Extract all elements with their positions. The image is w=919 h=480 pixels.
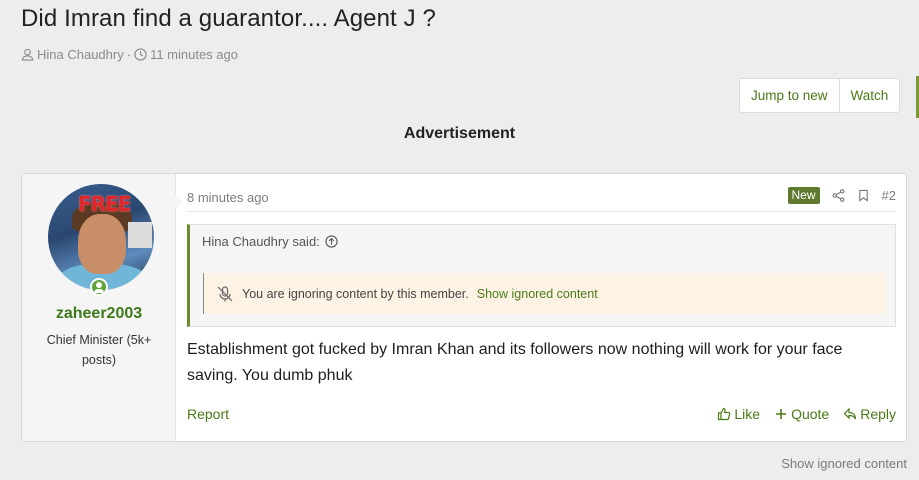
- watch-button[interactable]: Watch: [838, 79, 900, 112]
- reply-label: Reply: [860, 406, 896, 422]
- post-user-cell: FREE zaheer2003 Chief Minister (5k+ post…: [22, 174, 183, 441]
- report-link[interactable]: Report: [187, 406, 229, 422]
- share-icon[interactable]: [832, 189, 845, 202]
- online-status-icon: [90, 278, 108, 296]
- post: FREE zaheer2003 Chief Minister (5k+ post…: [21, 173, 907, 442]
- thread-time[interactable]: 11 minutes ago: [150, 47, 238, 62]
- post-header-actions: New #2: [787, 187, 896, 204]
- user-icon: [21, 48, 34, 61]
- ignored-content-notice: You are ignoring content by this member.…: [203, 273, 886, 314]
- reply-button[interactable]: Reply: [843, 406, 896, 422]
- show-ignored-content-link[interactable]: Show ignored content: [781, 456, 907, 471]
- post-number[interactable]: #2: [882, 188, 896, 203]
- thread-meta: Hina Chaudhry · 11 minutes ago: [21, 47, 238, 62]
- post-body: Establishment got fucked by Imran Khan a…: [187, 341, 843, 384]
- avatar[interactable]: FREE: [48, 184, 154, 290]
- ignored-text: You are ignoring content by this member.: [242, 286, 469, 301]
- thread-actions: Jump to new Watch: [739, 78, 901, 113]
- like-label: Like: [734, 406, 761, 422]
- post-footer-actions: Like Quote Reply: [717, 406, 896, 422]
- jump-to-new-button[interactable]: Jump to new: [740, 79, 839, 112]
- quote-button[interactable]: Quote: [774, 406, 829, 422]
- quote-author: Hina Chaudhry said:: [202, 234, 320, 249]
- thumbs-up-icon: [718, 407, 731, 421]
- bookmark-icon[interactable]: [857, 189, 870, 202]
- arrow-up-circle-icon: [325, 235, 338, 248]
- post-footer: Report Like Quote Reply: [187, 406, 896, 426]
- username[interactable]: zaheer2003: [22, 305, 176, 323]
- thread-author[interactable]: Hina Chaudhry: [37, 47, 124, 62]
- reply-arrow-icon: [843, 407, 857, 420]
- meta-separator: ·: [126, 47, 132, 62]
- quote-label: Quote: [791, 406, 830, 422]
- plus-icon: [776, 409, 787, 419]
- advertisement-label: Advertisement: [403, 125, 516, 142]
- muted-microphone-icon: [217, 285, 233, 301]
- thread-title: Did Imran find a guarantor.... Agent J ?: [21, 5, 436, 32]
- avatar-overlay-text: FREE: [78, 192, 131, 216]
- user-title: Chief Minister (5k+ posts): [46, 333, 152, 367]
- like-button[interactable]: Like: [717, 406, 760, 422]
- avatar-face: [78, 214, 126, 274]
- avatar-sign: [128, 222, 152, 248]
- post-main-cell: 8 minutes ago New #2 Hina Chaudhry said:…: [187, 174, 896, 441]
- quote-header[interactable]: Hina Chaudhry said:: [202, 234, 338, 249]
- quote-block: Hina Chaudhry said: You are ignoring con…: [187, 224, 896, 327]
- new-badge: New: [787, 187, 820, 204]
- show-ignored-link[interactable]: Show ignored content: [477, 287, 598, 301]
- post-header: 8 minutes ago New #2: [187, 182, 896, 212]
- post-date[interactable]: 8 minutes ago: [187, 190, 269, 205]
- clock-icon: [134, 48, 147, 61]
